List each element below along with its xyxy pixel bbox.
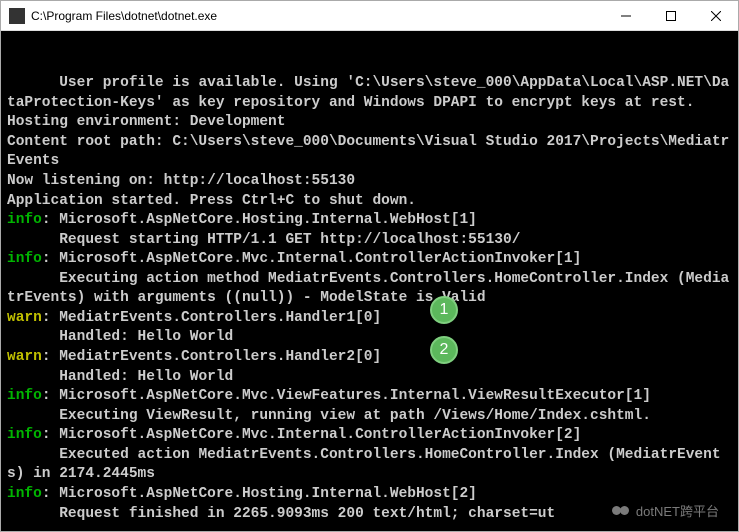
- console-line: info: Microsoft.AspNetCore.Hosting.Inter…: [7, 211, 732, 231]
- console-line: Executing ViewResult, running view at pa…: [7, 407, 732, 427]
- console-output[interactable]: User profile is available. Using 'C:\Use…: [1, 31, 738, 531]
- console-line: Handled: Hello World: [7, 368, 732, 388]
- log-text: : Microsoft.AspNetCore.Hosting.Internal.…: [42, 486, 477, 502]
- console-window: C:\Program Files\dotnet\dotnet.exe User …: [0, 0, 739, 532]
- log-text: : Microsoft.AspNetCore.Mvc.Internal.Cont…: [42, 251, 582, 267]
- wechat-icon: [612, 503, 632, 519]
- console-line: Content root path: C:\Users\steve_000\Do…: [7, 133, 732, 172]
- log-text: : Microsoft.AspNetCore.Hosting.Internal.…: [42, 212, 477, 228]
- titlebar[interactable]: C:\Program Files\dotnet\dotnet.exe: [1, 1, 738, 31]
- console-line: Now listening on: http://localhost:55130: [7, 172, 732, 192]
- close-button[interactable]: [693, 1, 738, 30]
- app-icon: [9, 8, 25, 24]
- console-line: Executed action MediatrEvents.Controller…: [7, 446, 732, 485]
- log-text: : MediatrEvents.Controllers.Handler2[0]: [42, 349, 381, 365]
- watermark: dotNET跨平台: [612, 501, 719, 520]
- log-text: : MediatrEvents.Controllers.Handler1[0]: [42, 310, 381, 326]
- console-line: info: Microsoft.AspNetCore.Mvc.Internal.…: [7, 250, 732, 270]
- log-level-warn: warn: [7, 349, 42, 365]
- console-line: Executing action method MediatrEvents.Co…: [7, 270, 732, 309]
- log-level-info: info: [7, 251, 42, 267]
- console-line: User profile is available. Using 'C:\Use…: [7, 74, 732, 113]
- console-line: Handled: Hello World: [7, 328, 732, 348]
- console-line: Request starting HTTP/1.1 GET http://loc…: [7, 231, 732, 251]
- log-text: : Microsoft.AspNetCore.Mvc.Internal.Cont…: [42, 427, 582, 443]
- log-level-warn: warn: [7, 310, 42, 326]
- console-line: warn: MediatrEvents.Controllers.Handler2…: [7, 348, 732, 368]
- log-level-info: info: [7, 427, 42, 443]
- log-text: : Microsoft.AspNetCore.Mvc.ViewFeatures.…: [42, 388, 651, 404]
- window-title: C:\Program Files\dotnet\dotnet.exe: [31, 9, 603, 23]
- log-level-info: info: [7, 212, 42, 228]
- watermark-text: dotNET跨平台: [636, 501, 719, 520]
- annotation-badge-2: 2: [430, 336, 458, 364]
- console-line: info: Microsoft.AspNetCore.Mvc.ViewFeatu…: [7, 387, 732, 407]
- maximize-button[interactable]: [648, 1, 693, 30]
- log-level-info: info: [7, 388, 42, 404]
- minimize-button[interactable]: [603, 1, 648, 30]
- console-line: Hosting environment: Development: [7, 113, 732, 133]
- annotation-badge-1: 1: [430, 296, 458, 324]
- console-line: Application started. Press Ctrl+C to shu…: [7, 192, 732, 212]
- window-controls: [603, 1, 738, 30]
- log-level-info: info: [7, 486, 42, 502]
- console-line: warn: MediatrEvents.Controllers.Handler1…: [7, 309, 732, 329]
- console-line: info: Microsoft.AspNetCore.Mvc.Internal.…: [7, 426, 732, 446]
